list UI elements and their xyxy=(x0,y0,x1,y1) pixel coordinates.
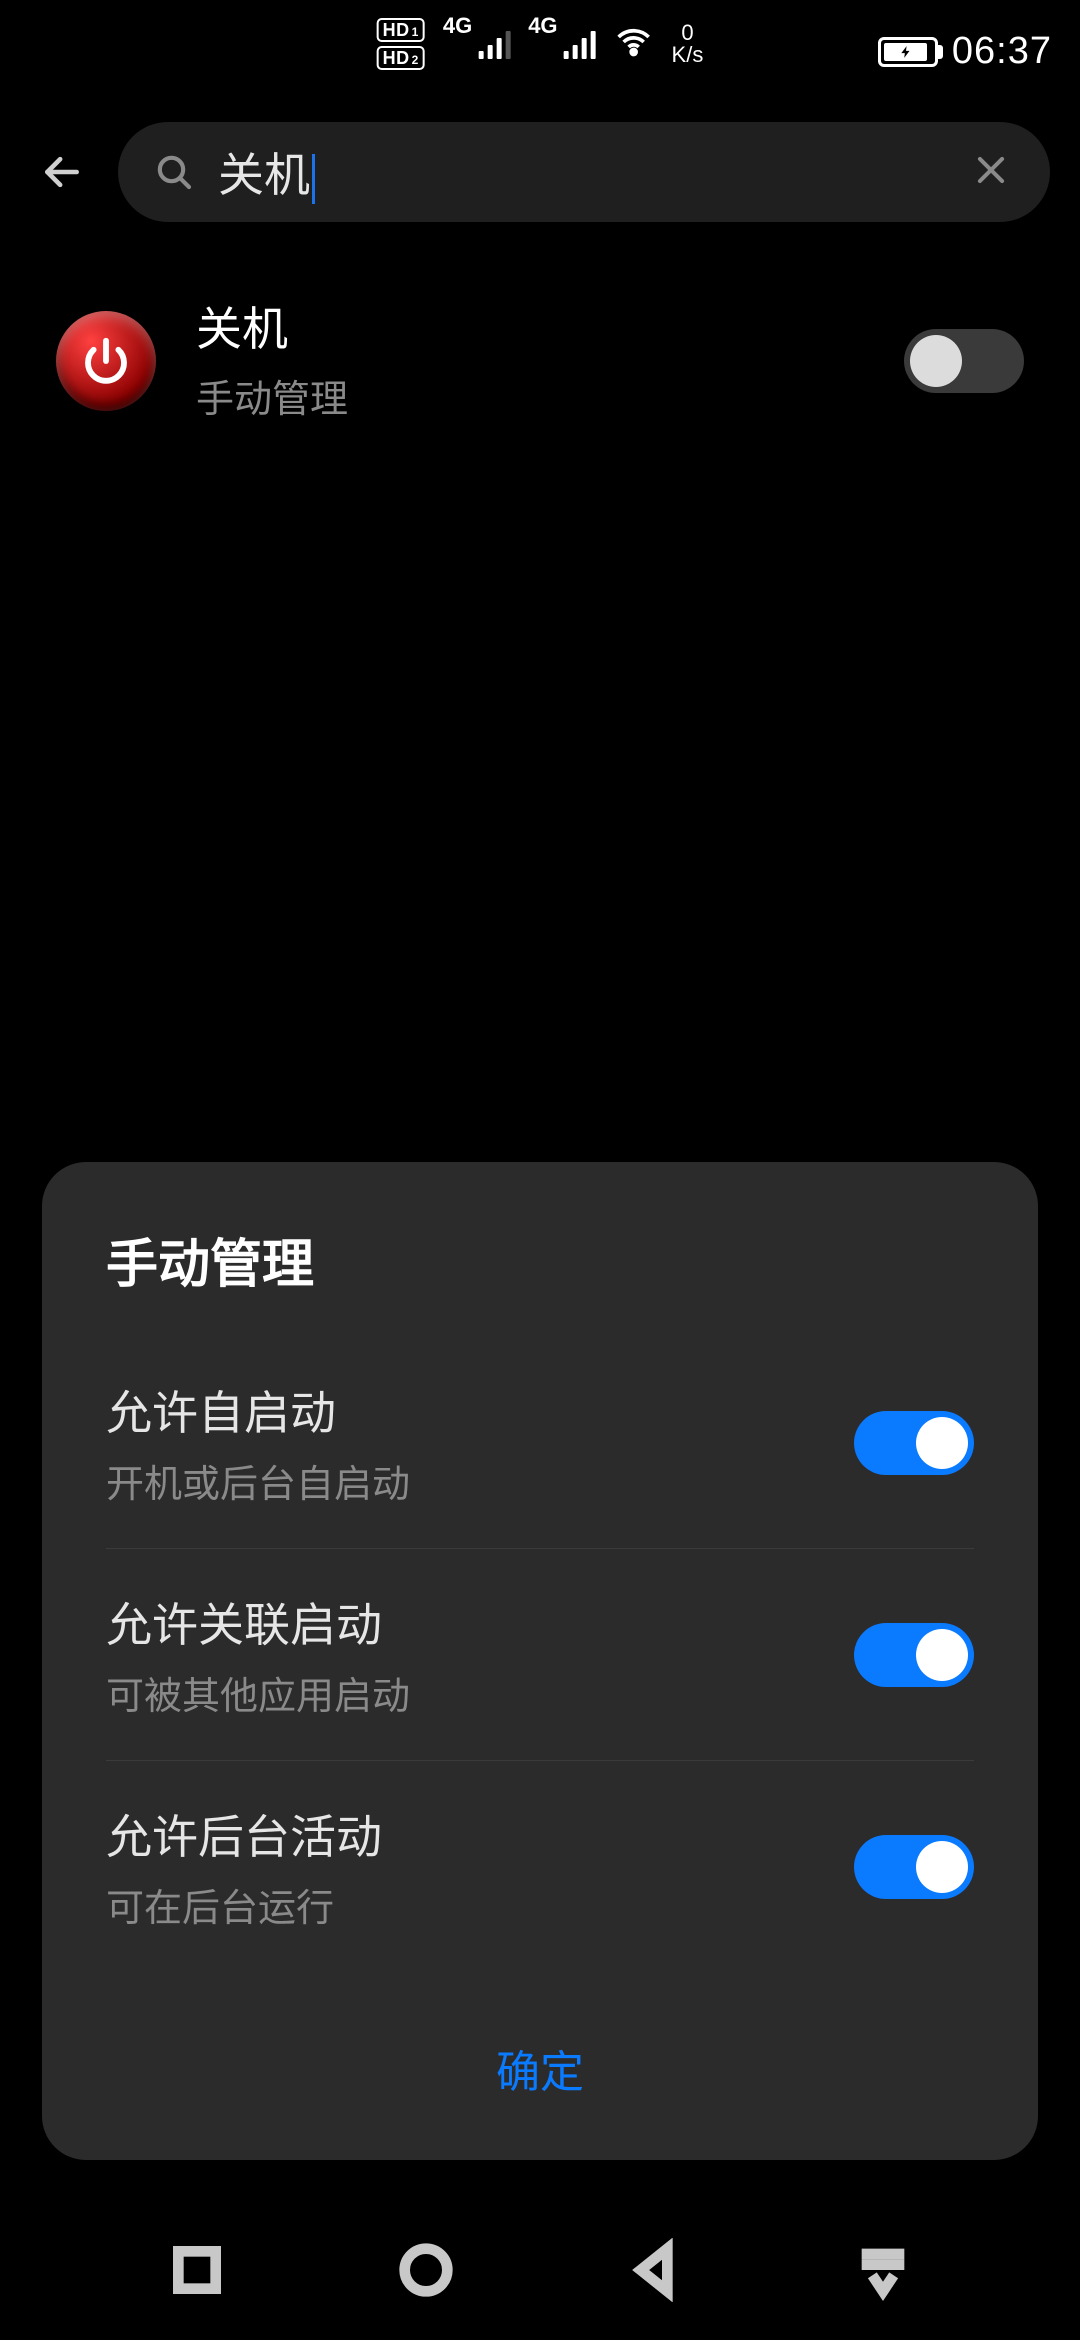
signal-1: 4G xyxy=(443,29,510,59)
result-title: 关机 xyxy=(196,300,864,360)
hd2-sub: 2 xyxy=(412,54,419,66)
nav-recent-button[interactable] xyxy=(165,2238,229,2302)
sheet-item-background: 允许后台活动 可在后台运行 xyxy=(106,1760,974,1972)
back-button[interactable] xyxy=(30,140,94,204)
status-right: 06:37 xyxy=(878,30,1052,73)
search-input[interactable]: 关机 xyxy=(218,139,948,205)
search-result-row[interactable]: 关机 手动管理 xyxy=(0,300,1080,423)
toggle-secondary-launch[interactable] xyxy=(854,1623,974,1687)
search-header: 关机 xyxy=(0,112,1080,232)
result-toggle[interactable] xyxy=(904,329,1024,393)
square-icon xyxy=(165,2238,229,2302)
manual-manage-sheet: 手动管理 允许自启动 开机或后台自启动 允许关联启动 可被其他应用启动 允许后台… xyxy=(42,1162,1038,2160)
close-icon xyxy=(972,151,1010,189)
net-speed: 0 K/s xyxy=(672,22,704,66)
search-icon xyxy=(154,152,194,192)
result-subtitle: 手动管理 xyxy=(196,368,864,423)
status-clock: 06:37 xyxy=(952,30,1052,73)
result-labels: 关机 手动管理 xyxy=(196,300,864,423)
signal-1-label: 4G xyxy=(443,13,472,39)
net-speed-unit: K/s xyxy=(672,44,704,66)
sheet-item-label: 允许后台活动 xyxy=(106,1801,824,1867)
sheet-item-desc: 可在后台运行 xyxy=(106,1877,824,1932)
net-speed-num: 0 xyxy=(681,22,693,44)
toggle-background[interactable] xyxy=(854,1835,974,1899)
hd1-sub: 1 xyxy=(412,26,419,38)
triangle-back-icon xyxy=(622,2238,686,2302)
battery-icon xyxy=(878,37,938,67)
nav-home-button[interactable] xyxy=(394,2238,458,2302)
sheet-item-label: 允许自启动 xyxy=(106,1377,824,1443)
sheet-confirm-button[interactable]: 确定 xyxy=(42,1992,1038,2120)
signal-2: 4G xyxy=(528,29,595,59)
sheet-item-desc: 开机或后台自启动 xyxy=(106,1453,824,1508)
sheet-item-label: 允许关联启动 xyxy=(106,1589,824,1655)
hd2-text: HD xyxy=(383,49,410,67)
sheet-item-auto-launch: 允许自启动 开机或后台自启动 xyxy=(42,1337,1038,1548)
dropdown-icon xyxy=(851,2238,915,2302)
hd2-badge: HD 2 xyxy=(377,46,425,70)
signal-1-bars xyxy=(478,29,510,59)
system-navbar xyxy=(0,2200,1080,2340)
status-bar: HD 1 HD 2 4G 4G xyxy=(0,0,1080,92)
nav-dropdown-button[interactable] xyxy=(851,2238,915,2302)
nav-back-button[interactable] xyxy=(622,2238,686,2302)
search-field[interactable]: 关机 xyxy=(118,122,1050,222)
signal-2-bars xyxy=(564,29,596,59)
toggle-auto-launch[interactable] xyxy=(854,1411,974,1475)
hd-indicator-stack: HD 1 HD 2 xyxy=(377,18,425,70)
power-app-icon xyxy=(56,311,156,411)
clear-search-button[interactable] xyxy=(972,151,1010,194)
sheet-title: 手动管理 xyxy=(42,1222,1038,1337)
signal-2-label: 4G xyxy=(528,13,557,39)
sheet-item-secondary-launch: 允许关联启动 可被其他应用启动 xyxy=(106,1548,974,1760)
sheet-item-desc: 可被其他应用启动 xyxy=(106,1665,824,1720)
power-icon xyxy=(79,334,133,388)
hd1-badge: HD 1 xyxy=(377,18,425,42)
circle-icon xyxy=(394,2238,458,2302)
wifi-icon xyxy=(614,22,654,67)
status-center: HD 1 HD 2 4G 4G xyxy=(377,18,704,70)
hd1-text: HD xyxy=(383,21,410,39)
search-value: 关机 xyxy=(218,149,310,201)
